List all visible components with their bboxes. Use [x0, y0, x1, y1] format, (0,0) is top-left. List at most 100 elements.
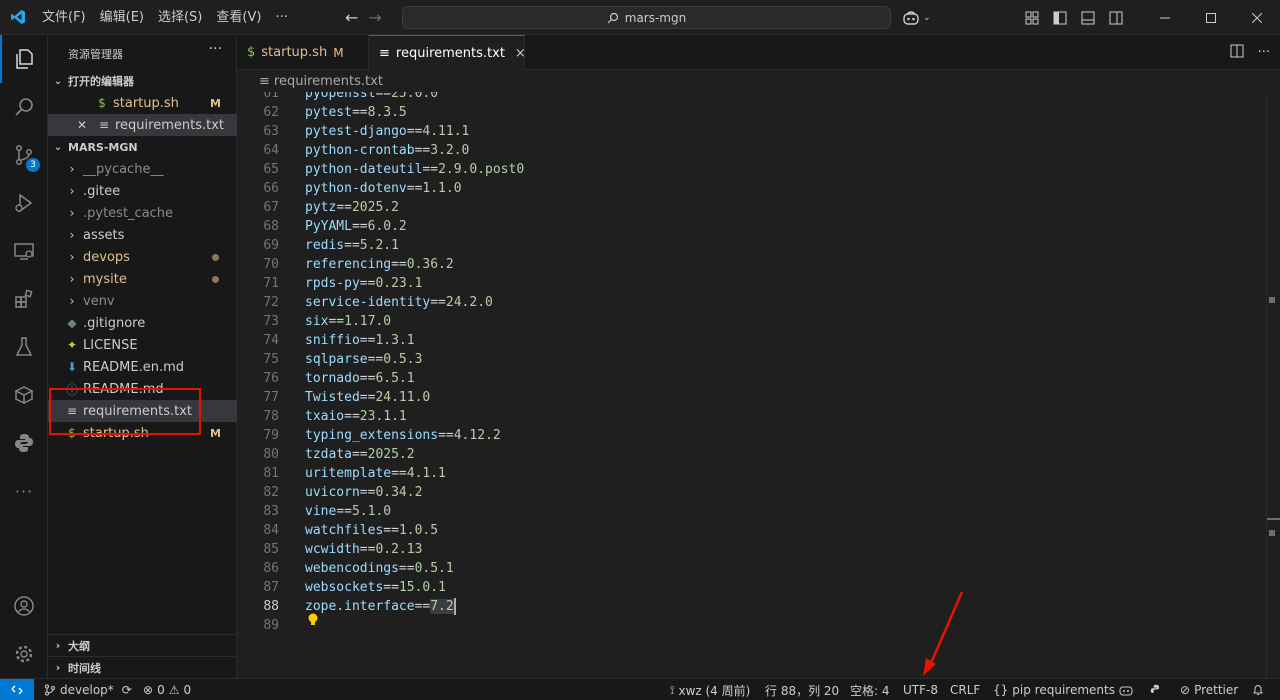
code-line[interactable]: 75 sqlparse==0.5.3 — [237, 350, 1267, 369]
copilot-button[interactable]: ⌄ — [902, 0, 931, 35]
tab-startup[interactable]: $ startup.sh M — [237, 35, 369, 70]
code-line[interactable]: 81 uritemplate==4.1.1 — [237, 464, 1267, 483]
menu-selection[interactable]: 选择(S) — [151, 0, 209, 35]
toggle-secondary-sidebar-icon[interactable] — [1102, 0, 1130, 35]
maximize-icon[interactable] — [1188, 0, 1234, 35]
code-line[interactable]: 88 zope.interface==7.2 — [237, 597, 1267, 616]
editor-scrollbar[interactable] — [1266, 92, 1280, 678]
tree-folder-pytest-cache[interactable]: › .pytest_cache — [48, 202, 237, 224]
encoding-status[interactable]: UTF-8 — [903, 679, 938, 700]
search-activity-icon[interactable] — [0, 83, 48, 131]
code-line[interactable]: 64 python-crontab==3.2.0 — [237, 141, 1267, 160]
code-line[interactable]: 71 rpds-py==0.23.1 — [237, 274, 1267, 293]
menu-edit[interactable]: 编辑(E) — [93, 0, 151, 35]
code-line[interactable]: 70 referencing==0.36.2 — [237, 255, 1267, 274]
code-line[interactable]: 67 pytz==2025.2 — [237, 198, 1267, 217]
command-center-search[interactable]: mars-mgn — [402, 6, 891, 29]
tree-folder-gitee[interactable]: › .gitee — [48, 180, 237, 202]
extensions-icon[interactable] — [0, 275, 48, 323]
cursor-position-status[interactable]: 行 88，列 20 — [765, 679, 839, 700]
timeline-header[interactable]: › 时间线 — [48, 656, 237, 678]
problems-status[interactable]: ⊗ 0 ⚠ 0 — [143, 679, 191, 700]
tree-folder-assets[interactable]: › assets — [48, 224, 237, 246]
tree-file-gitignore[interactable]: ◆ .gitignore — [48, 312, 237, 334]
explorer-icon[interactable] — [0, 35, 48, 83]
code-line[interactable]: 76 tornado==6.5.1 — [237, 369, 1267, 388]
copilot-status-icon[interactable] — [1119, 679, 1133, 700]
code-line[interactable]: 80 tzdata==2025.2 — [237, 445, 1267, 464]
code-line[interactable]: 82 uvicorn==0.34.2 — [237, 483, 1267, 502]
close-window-icon[interactable] — [1234, 0, 1280, 35]
code-line[interactable]: 68 PyYAML==6.0.2 — [237, 217, 1267, 236]
code-line[interactable]: 61 pyopenssl==25.0.0 — [237, 92, 1267, 103]
outline-header[interactable]: › 大纲 — [48, 634, 237, 656]
code-line[interactable]: 63 pytest-django==4.11.1 — [237, 122, 1267, 141]
code-line[interactable]: 73 six==1.17.0 — [237, 312, 1267, 331]
code-line[interactable]: 89 — [237, 616, 1267, 635]
code-line[interactable]: 66 python-dotenv==1.1.0 — [237, 179, 1267, 198]
folder-header[interactable]: ⌄ MARS-MGN — [48, 136, 237, 158]
open-editors-header[interactable]: ⌄ 打开的编辑器 — [48, 70, 237, 92]
prettier-status[interactable]: ⊘ Prettier — [1180, 679, 1238, 700]
tab-requirements[interactable]: ≡ requirements.txt × — [369, 35, 526, 70]
code-line[interactable]: 77 Twisted==24.11.0 — [237, 388, 1267, 407]
toggle-panel-icon[interactable] — [1074, 0, 1102, 35]
code-editor[interactable]: 61 pyopenssl==25.0.0 62 pytest==8.3.5 63 pyte… — [237, 92, 1280, 678]
minimize-icon[interactable] — [1142, 0, 1188, 35]
remote-explorer-icon[interactable] — [0, 227, 48, 275]
code-line[interactable]: 85 wcwidth==0.2.13 — [237, 540, 1267, 559]
code-line[interactable]: 86 webencodings==0.5.1 — [237, 559, 1267, 578]
code-line[interactable]: 69 redis==5.2.1 — [237, 236, 1267, 255]
back-arrow-icon[interactable]: ← — [345, 8, 358, 27]
more-activities-icon[interactable]: ··· — [0, 467, 48, 515]
tree-file-license[interactable]: ✦ LICENSE — [48, 334, 237, 356]
open-editor-requirements[interactable]: ✕ ≡ requirements.txt — [48, 114, 237, 136]
tree-folder-devops[interactable]: › devops — [48, 246, 237, 268]
code-line[interactable]: 74 sniffio==1.3.1 — [237, 331, 1267, 350]
forward-arrow-icon[interactable]: → — [368, 8, 381, 27]
close-tab-icon[interactable]: × — [515, 46, 526, 61]
menu-view[interactable]: 查看(V) — [209, 0, 268, 35]
code-line[interactable]: 87 websockets==15.0.1 — [237, 578, 1267, 597]
code-line[interactable]: 72 service-identity==24.2.0 — [237, 293, 1267, 312]
code-line[interactable]: 65 python-dateutil==2.9.0.post0 — [237, 160, 1267, 179]
close-editor-icon[interactable]: ✕ — [74, 117, 90, 133]
code-line[interactable]: 62 pytest==8.3.5 — [237, 103, 1267, 122]
remote-indicator-icon[interactable] — [0, 679, 34, 700]
sync-icon[interactable]: ⟳ — [122, 683, 132, 697]
python-icon[interactable] — [0, 419, 48, 467]
language-status[interactable]: {} pip requirements — [993, 679, 1115, 700]
branch-status[interactable]: develop* ⟳ — [44, 679, 132, 700]
code-line[interactable]: 84 watchfiles==1.0.5 — [237, 521, 1267, 540]
testing-flask-icon[interactable] — [0, 323, 48, 371]
more-actions-icon[interactable]: ··· — [1258, 45, 1270, 60]
python-status-icon[interactable] — [1149, 679, 1163, 700]
menu-bar: 文件(F) 编辑(E) 选择(S) 查看(V) ··· — [35, 0, 295, 35]
toggle-primary-sidebar-icon[interactable] — [1046, 0, 1074, 35]
tree-folder-mysite[interactable]: › mysite — [48, 268, 237, 290]
line-number: 71 — [263, 276, 279, 291]
menu-more[interactable]: ··· — [268, 0, 294, 35]
lightbulb-icon[interactable] — [307, 613, 319, 631]
accounts-icon[interactable] — [0, 582, 48, 630]
tree-folder-pycache[interactable]: › __pycache__ — [48, 158, 237, 180]
tree-file-readme-en[interactable]: ⬇ README.en.md — [48, 356, 237, 378]
customize-layout-icon[interactable] — [1018, 0, 1046, 35]
git-blame-status[interactable]: ⟟ xwz (4 周前) — [670, 679, 750, 700]
code-line[interactable]: 83 vine==5.1.0 — [237, 502, 1267, 521]
containers-icon[interactable] — [0, 371, 48, 419]
run-debug-icon[interactable] — [0, 179, 48, 227]
indentation-status[interactable]: 空格: 4 — [850, 679, 890, 700]
code-line[interactable]: 78 txaio==23.1.1 — [237, 407, 1267, 426]
menu-file[interactable]: 文件(F) — [35, 0, 93, 35]
notifications-bell-icon[interactable] — [1252, 679, 1264, 700]
manage-gear-icon[interactable] — [0, 630, 48, 678]
breadcrumb-file[interactable]: requirements.txt — [274, 74, 383, 89]
explorer-more-icon[interactable]: ··· — [209, 41, 222, 57]
open-editor-startup[interactable]: $ startup.sh M — [48, 92, 237, 114]
code-line[interactable]: 79 typing_extensions==4.12.2 — [237, 426, 1267, 445]
source-control-icon[interactable]: 3 — [0, 131, 48, 179]
split-editor-icon[interactable] — [1230, 44, 1244, 62]
eol-status[interactable]: CRLF — [950, 679, 980, 700]
tree-folder-venv[interactable]: › venv — [48, 290, 237, 312]
